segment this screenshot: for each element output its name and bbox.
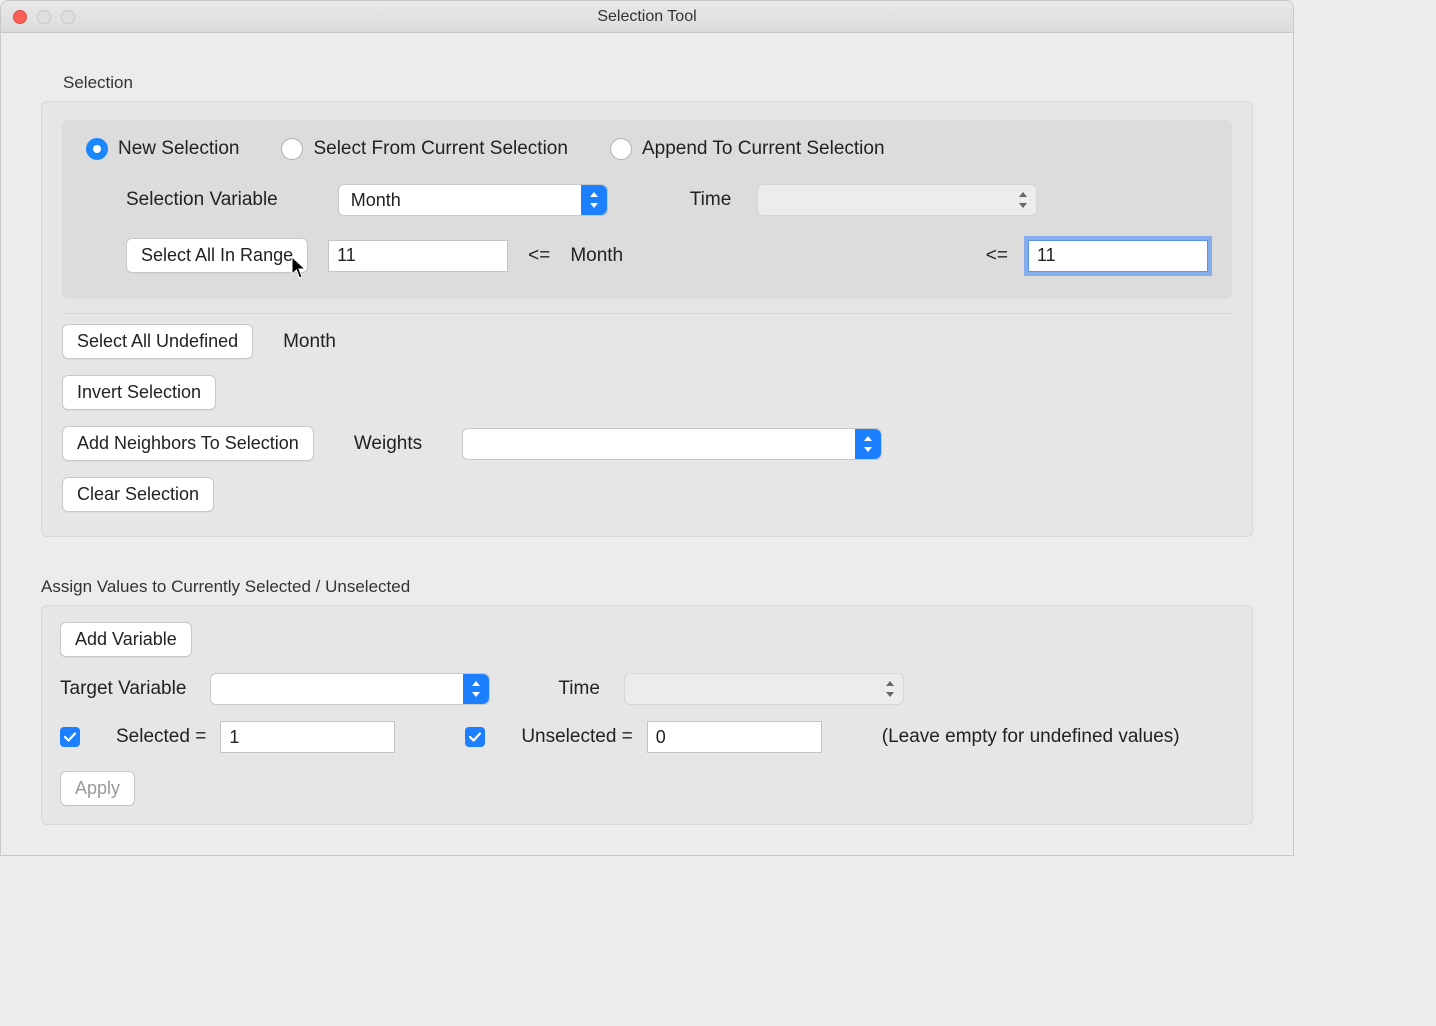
selection-variable-label: Selection Variable <box>126 189 278 211</box>
range-max-input[interactable] <box>1028 240 1208 272</box>
select-all-undefined-label: Select All Undefined <box>77 331 238 352</box>
radio-icon <box>281 138 303 160</box>
add-variable-label: Add Variable <box>75 629 177 650</box>
add-neighbors-label: Add Neighbors To Selection <box>77 433 299 454</box>
apply-button[interactable]: Apply <box>60 771 135 806</box>
select-all-in-range-label: Select All In Range <box>141 245 293 266</box>
range-op2-label: <= <box>986 245 1008 267</box>
assign-time-combo[interactable] <box>624 673 904 705</box>
select-all-undefined-button[interactable]: Select All Undefined <box>62 324 253 359</box>
selection-tool-window: Selection Tool Selection New Selection S… <box>0 0 1294 856</box>
unselected-value-input[interactable] <box>647 721 822 753</box>
selected-equals-label: Selected = <box>116 726 206 748</box>
target-variable-label: Target Variable <box>60 678 186 700</box>
assign-groupbox: Add Variable Target Variable Time <box>41 605 1253 825</box>
invert-selection-label: Invert Selection <box>77 382 201 403</box>
chevron-up-down-icon <box>877 674 903 704</box>
radio-select-from-current[interactable]: Select From Current Selection <box>281 138 568 160</box>
radio-append-to-current[interactable]: Append To Current Selection <box>610 138 885 160</box>
check-icon <box>468 730 482 744</box>
radio-new-selection-label: New Selection <box>118 138 239 160</box>
radio-append-to-current-label: Append To Current Selection <box>642 138 885 160</box>
radio-icon <box>610 138 632 160</box>
selected-checkbox[interactable] <box>60 727 80 747</box>
select-all-in-range-button[interactable]: Select All In Range <box>126 238 308 273</box>
radio-select-from-current-label: Select From Current Selection <box>313 138 568 160</box>
selection-groupbox: New Selection Select From Current Select… <box>41 101 1253 537</box>
range-op1-label: <= <box>528 245 550 267</box>
clear-selection-button[interactable]: Clear Selection <box>62 477 214 512</box>
chevron-up-down-icon <box>581 185 607 215</box>
unselected-equals-label: Unselected = <box>521 726 632 748</box>
selection-variable-combo[interactable]: Month <box>338 184 608 216</box>
chevron-up-down-icon <box>1010 185 1036 215</box>
assign-hint-label: (Leave empty for undefined values) <box>882 726 1180 748</box>
selected-value-input[interactable] <box>220 721 395 753</box>
selection-mode-box: New Selection Select From Current Select… <box>62 120 1232 299</box>
assign-section-label: Assign Values to Currently Selected / Un… <box>41 577 1253 597</box>
radio-new-selection[interactable]: New Selection <box>86 138 239 160</box>
weights-label: Weights <box>354 433 422 455</box>
divider <box>62 313 1232 314</box>
window-title: Selection Tool <box>1 8 1293 26</box>
content: Selection New Selection Select From Curr… <box>1 33 1293 855</box>
apply-label: Apply <box>75 778 120 799</box>
chevron-up-down-icon <box>463 674 489 704</box>
titlebar: Selection Tool <box>1 1 1293 33</box>
selection-variable-value: Month <box>351 190 401 211</box>
check-icon <box>63 730 77 744</box>
assign-time-label: Time <box>558 678 600 700</box>
undefined-variable-label: Month <box>283 331 336 353</box>
radio-checked-icon <box>86 138 108 160</box>
add-neighbors-button[interactable]: Add Neighbors To Selection <box>62 426 314 461</box>
selection-section-label: Selection <box>63 73 1253 93</box>
range-min-input[interactable] <box>328 240 508 272</box>
unselected-checkbox[interactable] <box>465 727 485 747</box>
range-variable-label: Month <box>570 245 770 267</box>
time-combo[interactable] <box>757 184 1037 216</box>
invert-selection-button[interactable]: Invert Selection <box>62 375 216 410</box>
chevron-up-down-icon <box>855 429 881 459</box>
time-label: Time <box>690 189 732 211</box>
weights-combo[interactable] <box>462 428 882 460</box>
clear-selection-label: Clear Selection <box>77 484 199 505</box>
mouse-cursor-icon <box>291 256 309 285</box>
target-variable-combo[interactable] <box>210 673 490 705</box>
add-variable-button[interactable]: Add Variable <box>60 622 192 657</box>
